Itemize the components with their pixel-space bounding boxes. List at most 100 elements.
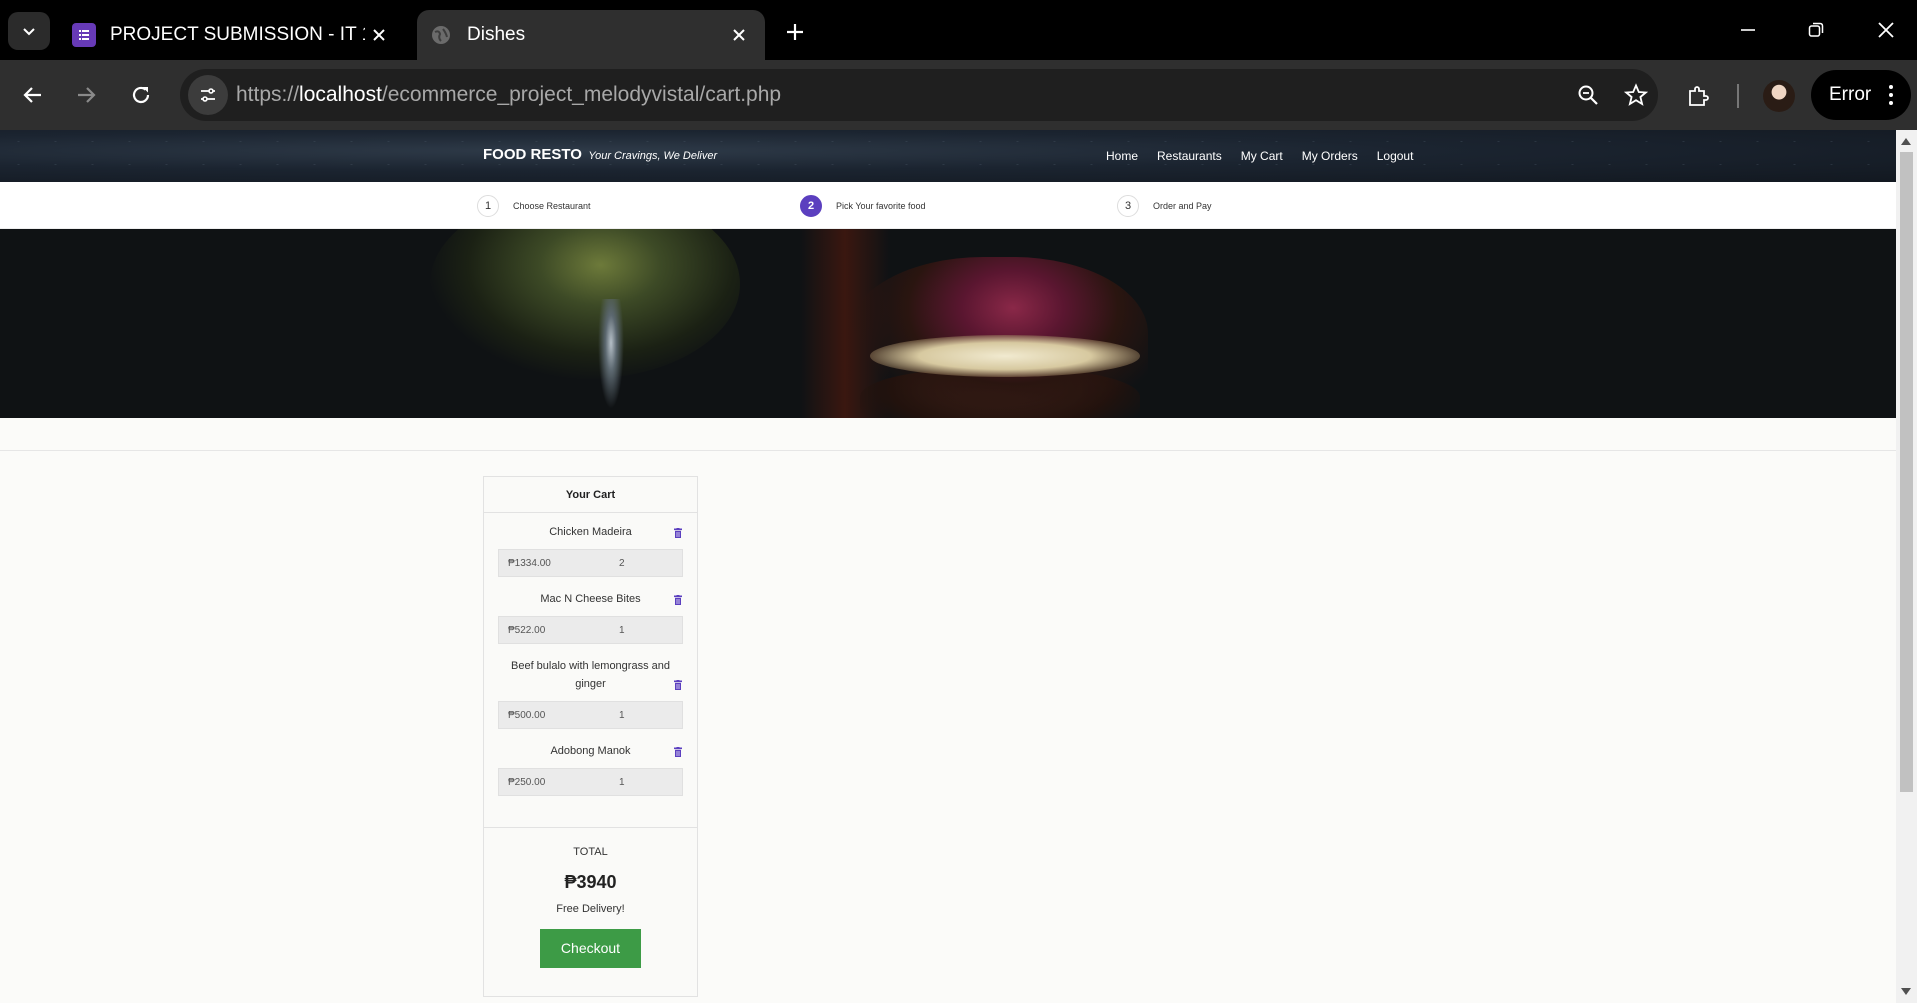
close-window-button[interactable]	[1866, 14, 1906, 46]
step-label: Order and Pay	[1153, 201, 1212, 211]
zoom-button[interactable]	[1574, 81, 1602, 109]
extensions-button[interactable]	[1682, 80, 1714, 112]
reload-icon	[132, 86, 150, 104]
tab-project-submission[interactable]: PROJECT SUBMISSION - IT 107	[60, 10, 405, 60]
toolbar-divider	[1737, 84, 1739, 108]
url-host: localhost	[299, 83, 382, 106]
new-tab-button[interactable]	[780, 17, 810, 47]
back-button[interactable]	[14, 76, 52, 114]
hero-cream-shape	[870, 335, 1140, 377]
total-label: TOTAL	[573, 846, 608, 858]
step-label: Choose Restaurant	[513, 201, 591, 211]
item-name: Adobong Manok	[550, 745, 631, 757]
item-quantity[interactable]: 1	[619, 710, 682, 721]
address-bar[interactable]: https://localhost/ecommerce_project_melo…	[180, 69, 1658, 121]
arrow-right-icon	[78, 87, 96, 103]
nav-home[interactable]: Home	[1106, 149, 1138, 163]
cart-item: Beef bulalo with lemongrass and ginger ₱…	[498, 657, 683, 742]
section-divider	[0, 418, 1896, 451]
restore-icon	[1808, 22, 1824, 37]
total-amount: ₱3940	[564, 872, 617, 892]
close-tab-icon[interactable]	[365, 21, 393, 49]
cart-panel: Your Cart Chicken Madeira ₱1334.00 2 Mac…	[483, 476, 698, 997]
site-nav: Home Restaurants My Cart My Orders Logou…	[1106, 149, 1432, 163]
profile-status-label: Error	[1829, 84, 1872, 105]
trash-icon[interactable]	[673, 746, 683, 758]
item-price-qty-row: ₱1334.00 2	[498, 549, 683, 577]
item-price-qty-row: ₱522.00 1	[498, 616, 683, 644]
arrow-left-icon	[23, 87, 41, 103]
url-text: https://localhost/ecommerce_project_melo…	[236, 83, 781, 107]
hero-glass-shape	[430, 229, 740, 379]
tune-icon	[201, 88, 215, 102]
forward-button[interactable]	[67, 76, 105, 114]
zoom-icon	[1578, 85, 1598, 105]
cart-items: Chicken Madeira ₱1334.00 2 Mac N Cheese …	[484, 513, 697, 828]
globe-icon	[429, 23, 453, 47]
browser-titlebar: PROJECT SUBMISSION - IT 107 Dishes	[0, 0, 1917, 60]
browser-toolbar: https://localhost/ecommerce_project_melo…	[0, 60, 1917, 130]
step-number: 3	[1117, 195, 1139, 217]
trash-icon[interactable]	[673, 594, 683, 606]
cart-item: Adobong Manok ₱250.00 1	[498, 742, 683, 809]
step-order-and-pay: 3 Order and Pay	[1117, 195, 1212, 217]
item-name: Beef bulalo with lemongrass and ginger	[511, 660, 670, 690]
close-icon	[1878, 22, 1894, 38]
reload-button[interactable]	[122, 76, 160, 114]
chevron-down-icon	[23, 28, 35, 36]
cart-title: Your Cart	[484, 477, 697, 513]
step-choose-restaurant: 1 Choose Restaurant	[477, 195, 591, 217]
step-number: 1	[477, 195, 499, 217]
item-name: Chicken Madeira	[549, 526, 632, 538]
scroll-down-arrow-icon[interactable]	[1901, 988, 1911, 995]
url-path: /ecommerce_project_melodyvistal/cart.php	[381, 83, 782, 106]
bookmark-button[interactable]	[1622, 81, 1650, 109]
item-price: ₱522.00	[508, 624, 546, 636]
item-quantity[interactable]: 2	[619, 558, 682, 569]
nav-logout[interactable]: Logout	[1377, 149, 1414, 163]
nav-my-orders[interactable]: My Orders	[1302, 149, 1358, 163]
cart-item: Mac N Cheese Bites ₱522.00 1	[498, 590, 683, 657]
nav-my-cart[interactable]: My Cart	[1241, 149, 1283, 163]
step-pick-food: 2 Pick Your favorite food	[800, 195, 926, 217]
item-quantity[interactable]: 1	[619, 777, 682, 788]
nav-restaurants[interactable]: Restaurants	[1157, 149, 1222, 163]
close-tab-icon[interactable]	[725, 21, 753, 49]
puzzle-icon	[1689, 86, 1709, 106]
trash-icon[interactable]	[673, 679, 683, 691]
brand-tagline: Your Cravings, We Deliver	[588, 150, 718, 162]
site-info-button[interactable]	[188, 75, 228, 115]
tab-title: PROJECT SUBMISSION - IT 107	[110, 24, 365, 45]
item-price: ₱500.00	[508, 709, 546, 721]
hero-stem-shape	[598, 299, 624, 409]
cart-total-section: TOTAL ₱3940 Free Delivery! Checkout	[484, 846, 697, 968]
profile-avatar[interactable]	[1763, 80, 1795, 112]
trash-icon[interactable]	[673, 527, 683, 539]
scrollbar-thumb[interactable]	[1900, 152, 1913, 792]
scroll-up-arrow-icon[interactable]	[1901, 138, 1911, 145]
forms-icon	[72, 23, 96, 47]
checkout-button[interactable]: Checkout	[540, 929, 641, 968]
item-price-qty-row: ₱500.00 1	[498, 701, 683, 729]
delivery-note: Free Delivery!	[556, 903, 625, 915]
hero-banner-image	[0, 229, 1896, 418]
page-scrollbar[interactable]	[1896, 130, 1917, 1003]
minimize-button[interactable]	[1728, 14, 1768, 46]
site-brand[interactable]: FOOD RESTO Your Cravings, We Deliver	[483, 146, 717, 164]
step-label: Pick Your favorite food	[836, 201, 926, 211]
item-price: ₱250.00	[508, 776, 546, 788]
brand-name: FOOD RESTO	[483, 146, 582, 163]
item-price-qty-row: ₱250.00 1	[498, 768, 683, 796]
step-number: 2	[800, 195, 822, 217]
tab-search-button[interactable]	[8, 12, 50, 50]
url-scheme: https://	[236, 83, 300, 106]
tab-dishes[interactable]: Dishes	[417, 10, 765, 60]
more-vert-icon[interactable]	[1889, 84, 1893, 106]
item-price: ₱1334.00	[508, 557, 551, 569]
restore-button[interactable]	[1796, 14, 1836, 46]
minimize-icon	[1741, 29, 1755, 31]
tab-title: Dishes	[467, 24, 526, 45]
profile-error-button[interactable]: Error	[1811, 70, 1911, 120]
item-name: Mac N Cheese Bites	[540, 593, 641, 605]
item-quantity[interactable]: 1	[619, 625, 682, 636]
